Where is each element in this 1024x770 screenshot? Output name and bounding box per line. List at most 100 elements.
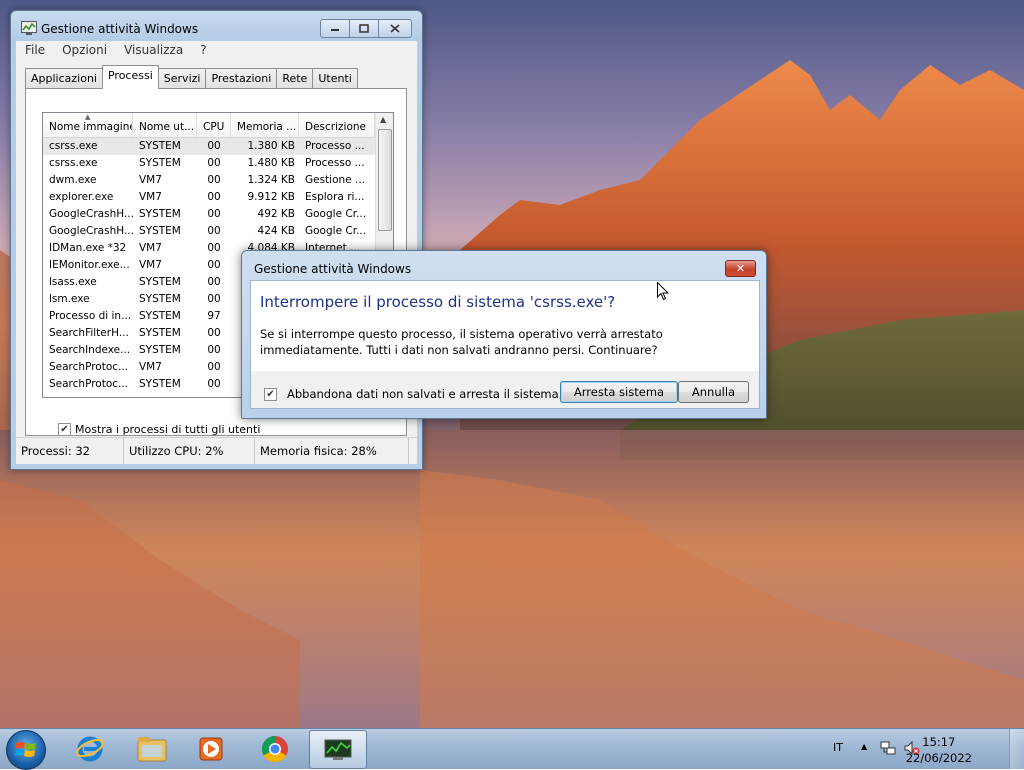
process-name: SearchIndexe... bbox=[49, 344, 131, 356]
tab-users[interactable]: Utenti bbox=[312, 68, 358, 89]
start-button[interactable] bbox=[6, 730, 46, 770]
taskbar-internet-explorer[interactable] bbox=[62, 730, 118, 767]
table-row[interactable]: csrss.exe SYSTEM 00 1.480 KB Processo ... bbox=[43, 155, 393, 172]
dialog-close-button[interactable]: ✕ bbox=[725, 260, 756, 277]
process-name: explorer.exe bbox=[49, 191, 114, 203]
abandon-data-label: Abbandona dati non salvati e arresta il … bbox=[287, 387, 563, 401]
end-process-dialog: Gestione attività Windows ✕ Interrompere… bbox=[241, 250, 767, 419]
table-row[interactable]: dwm.exe VM7 00 1.324 KB Gestione ... bbox=[43, 172, 393, 189]
process-name: lsm.exe bbox=[49, 293, 90, 305]
process-name: SearchProtoc... bbox=[49, 361, 129, 373]
process-cpu: 00 bbox=[207, 191, 221, 203]
windows-logo-icon bbox=[15, 742, 36, 757]
process-cpu: 00 bbox=[207, 225, 221, 237]
process-name: GoogleCrashH... bbox=[49, 225, 133, 237]
taskbar-task-manager[interactable] bbox=[309, 730, 367, 769]
tab-applications[interactable]: Applicazioni bbox=[25, 68, 103, 89]
cancel-button[interactable]: Annulla bbox=[678, 381, 749, 403]
maximize-button[interactable] bbox=[349, 19, 379, 38]
process-user: VM7 bbox=[139, 259, 162, 271]
process-cpu: 00 bbox=[207, 157, 221, 169]
show-desktop-button[interactable] bbox=[1009, 729, 1024, 769]
tab-performance[interactable]: Prestazioni bbox=[205, 68, 278, 89]
process-user: SYSTEM bbox=[139, 208, 181, 220]
show-all-processes-checkbox[interactable]: ✔ Mostra i processi di tutti gli utenti bbox=[58, 423, 260, 436]
process-user: VM7 bbox=[139, 191, 162, 203]
process-description: Processo ... bbox=[305, 157, 365, 169]
internet-explorer-icon bbox=[76, 736, 104, 761]
column-cpu[interactable]: CPU bbox=[197, 113, 231, 137]
show-hidden-icons-arrow[interactable]: ▲ bbox=[861, 742, 867, 751]
task-manager-icon bbox=[21, 21, 37, 35]
scroll-up-icon[interactable]: ▲ bbox=[380, 115, 386, 124]
menu-bar: File Opzioni Visualizza ? bbox=[16, 41, 417, 60]
process-user: SYSTEM bbox=[139, 310, 181, 322]
checkbox-check-icon: ✔ bbox=[264, 387, 277, 401]
process-name: IEMonitor.exe... bbox=[49, 259, 130, 271]
chrome-icon bbox=[261, 735, 288, 762]
dialog-content: Interrompere il processo di sistema 'csr… bbox=[250, 280, 760, 372]
process-user: SYSTEM bbox=[139, 327, 181, 339]
mouse-cursor-icon bbox=[657, 282, 669, 301]
process-cpu: 00 bbox=[207, 276, 221, 288]
process-name: lsass.exe bbox=[49, 276, 97, 288]
status-cpu: Utilizzo CPU: 2% bbox=[124, 438, 255, 464]
table-row[interactable]: csrss.exe SYSTEM 00 1.380 KB Processo ... bbox=[43, 138, 393, 155]
process-memory: 9.912 KB bbox=[247, 191, 296, 203]
menu-view[interactable]: Visualizza bbox=[115, 41, 191, 60]
column-user-name[interactable]: Nome ut... bbox=[133, 113, 197, 137]
process-memory: 1.380 KB bbox=[247, 140, 296, 152]
file-explorer-icon bbox=[137, 736, 167, 761]
tab-processes[interactable]: Processi bbox=[101, 65, 159, 89]
taskbar-chrome[interactable] bbox=[247, 730, 303, 767]
column-image-name[interactable]: ▲ Nome immagine bbox=[43, 113, 133, 137]
taskbar-media-player[interactable] bbox=[183, 730, 239, 767]
process-user: SYSTEM bbox=[139, 140, 181, 152]
column-memory[interactable]: Memoria ... bbox=[231, 113, 299, 137]
menu-file[interactable]: File bbox=[16, 41, 53, 60]
process-cpu: 00 bbox=[207, 140, 221, 152]
process-user: SYSTEM bbox=[139, 344, 181, 356]
process-list-header: ▲ Nome immagine Nome ut... CPU Memoria ..… bbox=[43, 113, 393, 138]
process-memory: 424 KB bbox=[257, 225, 295, 237]
tab-network[interactable]: Rete bbox=[276, 68, 314, 89]
language-indicator[interactable]: IT bbox=[833, 741, 843, 754]
process-name: SearchProtoc... bbox=[49, 378, 129, 390]
scroll-thumb[interactable] bbox=[378, 129, 392, 231]
process-cpu: 00 bbox=[207, 327, 221, 339]
process-name: dwm.exe bbox=[49, 174, 97, 186]
process-cpu: 97 bbox=[207, 310, 221, 322]
process-cpu: 00 bbox=[207, 208, 221, 220]
table-row[interactable]: GoogleCrashH... SYSTEM 00 492 KB Google Cr..… bbox=[43, 206, 393, 223]
window-title: Gestione attività Windows bbox=[41, 22, 199, 36]
process-description: Processo ... bbox=[305, 140, 365, 152]
status-bar: Processi: 32 Utilizzo CPU: 2% Memoria fi… bbox=[16, 437, 417, 464]
process-user: VM7 bbox=[139, 174, 162, 186]
minimize-button[interactable] bbox=[320, 19, 350, 38]
shutdown-system-button[interactable]: Arresta sistema bbox=[560, 381, 678, 403]
status-memory: Memoria fisica: 28% bbox=[255, 438, 409, 464]
status-processes: Processi: 32 bbox=[16, 438, 124, 464]
menu-help[interactable]: ? bbox=[191, 41, 214, 60]
table-row[interactable]: GoogleCrashH... SYSTEM 00 424 KB Google Cr..… bbox=[43, 223, 393, 240]
taskbar-file-explorer[interactable] bbox=[124, 730, 180, 767]
process-user: SYSTEM bbox=[139, 378, 181, 390]
clock[interactable]: 15:17 22/06/2022 bbox=[906, 734, 972, 766]
process-user: VM7 bbox=[139, 242, 162, 254]
table-row[interactable]: explorer.exe VM7 00 9.912 KB Esplora ri... bbox=[43, 189, 393, 206]
process-description: Google Cr... bbox=[305, 208, 367, 220]
column-description[interactable]: Descrizione bbox=[299, 113, 375, 137]
network-icon[interactable] bbox=[880, 740, 896, 756]
close-button[interactable] bbox=[378, 19, 412, 38]
menu-options[interactable]: Opzioni bbox=[53, 41, 115, 60]
dialog-message: Se si interrompe questo processo, il sis… bbox=[260, 327, 663, 357]
process-memory: 1.480 KB bbox=[247, 157, 296, 169]
close-icon bbox=[390, 24, 400, 33]
process-cpu: 00 bbox=[207, 242, 221, 254]
tab-services[interactable]: Servizi bbox=[157, 68, 207, 89]
process-memory: 492 KB bbox=[257, 208, 295, 220]
process-name: GoogleCrashH... bbox=[49, 208, 133, 220]
dialog-title: Gestione attività Windows bbox=[254, 262, 412, 276]
abandon-data-checkbox[interactable]: ✔ Abbandona dati non salvati e arresta i… bbox=[264, 387, 562, 401]
minimize-icon bbox=[331, 28, 339, 31]
